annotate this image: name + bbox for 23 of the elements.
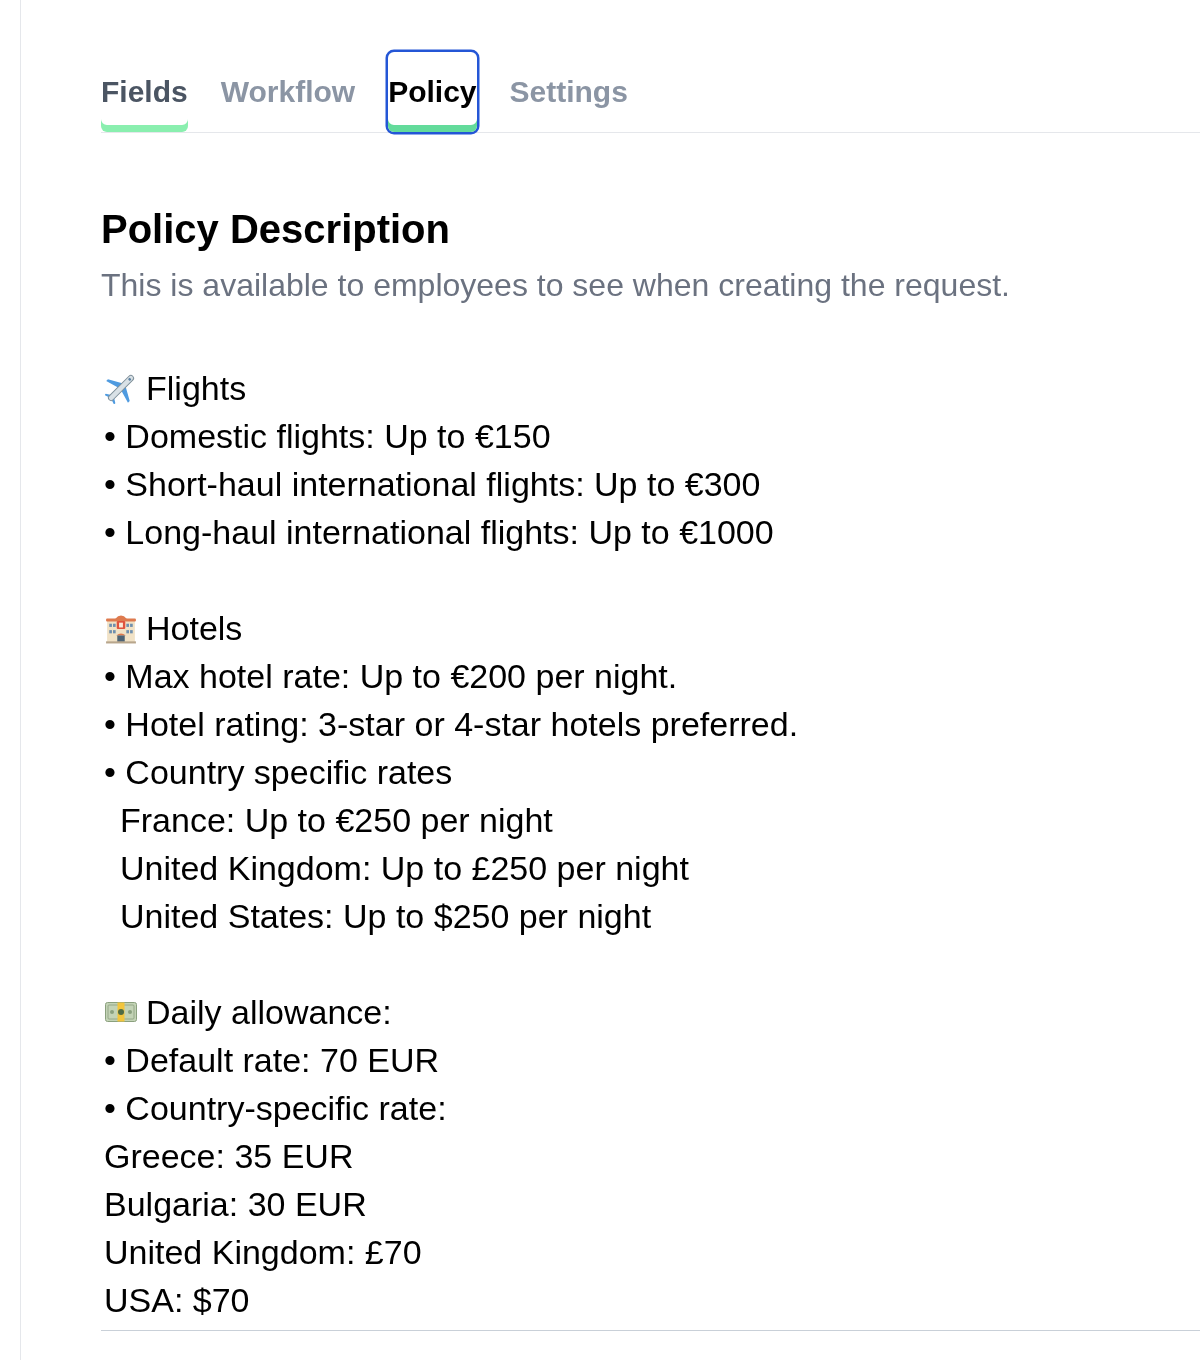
- policy-line: Greece: 35 EUR: [104, 1136, 354, 1177]
- policy-line: • Max hotel rate: Up to €200 per night.: [104, 656, 678, 697]
- policy-line: • Country-specific rate:: [104, 1088, 447, 1129]
- policy-line: • Country specific rates: [104, 752, 453, 793]
- policy-line: Bulgaria: 30 EUR: [104, 1184, 367, 1225]
- policy-line: USA: $70: [104, 1280, 250, 1321]
- tab[interactable]: Fields: [101, 52, 188, 132]
- policy-line: France: Up to €250 per night: [120, 800, 553, 841]
- policy-line: United Kingdom: £70: [104, 1232, 422, 1273]
- tab[interactable]: Policy: [388, 52, 477, 132]
- section-title: Policy Description: [101, 206, 450, 253]
- policy-line: United Kingdom: Up to £250 per night: [120, 848, 689, 889]
- policy-line: • Long-haul international flights: Up to €1000: [104, 512, 774, 553]
- policy-line: • Default rate: 70 EUR: [104, 1040, 440, 1081]
- section-description: This is available to employees to see when creating the request.: [101, 267, 1010, 303]
- policy-line: • Short-haul international flights: Up to €300: [104, 464, 761, 505]
- policy-line: • Domestic flights: Up to €150: [104, 416, 551, 457]
- policy-line: • Hotel rating: 3-star or 4-star hotels preferred.: [104, 704, 799, 745]
- policy-line: United States: Up to $250 per night: [120, 896, 652, 937]
- banknote-icon: [105, 1002, 137, 1022]
- category-heading: Flights: [146, 368, 247, 409]
- category-heading: Daily allowance:: [146, 992, 392, 1033]
- category-heading: Hotels: [146, 608, 243, 649]
